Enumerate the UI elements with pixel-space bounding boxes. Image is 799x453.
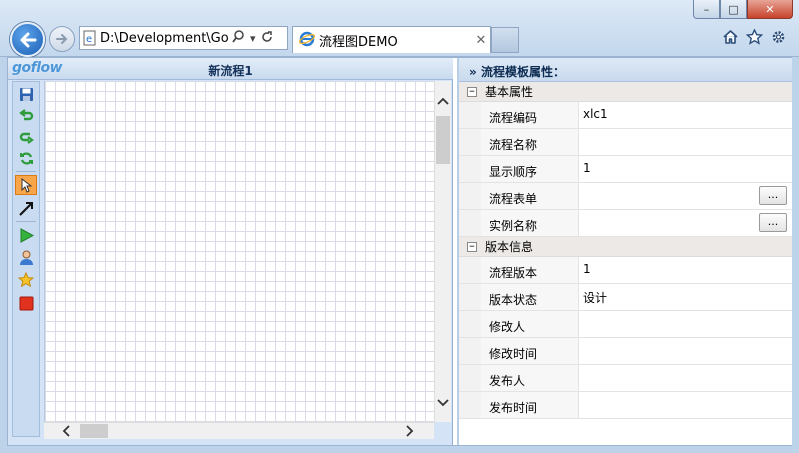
search-icon[interactable] xyxy=(232,30,245,46)
browser-chrome: – □ ✕ e D:\Development\GoFlow ▾ xyxy=(0,0,799,57)
favorites-star-icon[interactable] xyxy=(745,28,764,48)
maximize-button[interactable]: □ xyxy=(720,0,747,19)
property-key: 显示顺序 xyxy=(481,156,579,182)
property-value: 设计 xyxy=(583,291,608,305)
property-value xyxy=(579,365,792,391)
properties-panel: » 流程模板属性： − 基本属性 流程编码 xlc1 流程名称 显示顺序 1 流… xyxy=(457,58,792,445)
star-node-icon[interactable] xyxy=(15,270,37,290)
property-row: 流程版本 1 xyxy=(459,257,792,284)
refresh-icon[interactable] xyxy=(15,148,37,168)
property-key: 实例名称 xyxy=(481,210,579,236)
address-bar[interactable]: e D:\Development\GoFlow ▾ xyxy=(79,26,288,50)
property-row: 发布人 xyxy=(459,365,792,392)
group-title: 基本属性 xyxy=(485,85,534,99)
property-key: 流程表单 xyxy=(481,183,579,209)
designer-toolbar xyxy=(12,81,40,437)
browse-button[interactable]: ... xyxy=(759,186,787,205)
property-row: 实例名称 ... xyxy=(459,210,792,237)
property-value[interactable]: xlc1 xyxy=(579,102,792,128)
group-version-info[interactable]: − 版本信息 xyxy=(459,237,792,257)
property-key: 发布时间 xyxy=(481,392,579,418)
property-key: 版本状态 xyxy=(481,284,579,310)
property-key: 发布人 xyxy=(481,365,579,391)
property-row: 发布时间 xyxy=(459,392,792,419)
settings-gear-icon[interactable] xyxy=(770,29,787,48)
property-value[interactable]: ... xyxy=(579,183,792,209)
property-row: 流程表单 ... xyxy=(459,183,792,210)
forward-button[interactable] xyxy=(49,26,75,52)
collapse-icon[interactable]: − xyxy=(467,86,477,97)
property-value xyxy=(579,392,792,418)
property-value xyxy=(579,311,792,337)
vertical-scrollbar[interactable] xyxy=(434,81,451,422)
property-key: 流程名称 xyxy=(481,129,579,155)
property-value[interactable]: ... xyxy=(579,210,792,236)
arrow-left-icon xyxy=(20,32,36,47)
ie-tab-icon xyxy=(298,31,316,50)
vertical-scroll-thumb[interactable] xyxy=(436,116,450,164)
page-content: goflow 新流程1 » 流程模板属性： − 基本属性 流程编码 xlc1 流… xyxy=(7,57,792,446)
home-icon[interactable] xyxy=(722,29,739,48)
tab-title: 流程图DEMO xyxy=(319,34,398,50)
property-value: 1 xyxy=(583,262,591,276)
window-controls: – □ ✕ xyxy=(693,0,793,19)
user-node-icon[interactable] xyxy=(15,247,37,267)
ie-page-icon: e xyxy=(80,30,100,46)
horizontal-scroll-thumb[interactable] xyxy=(80,424,108,438)
designer-title: 新流程1 xyxy=(208,64,253,78)
properties-header: » 流程模板属性： xyxy=(459,58,792,82)
flow-canvas[interactable] xyxy=(44,81,434,422)
browse-button[interactable]: ... xyxy=(759,213,787,232)
property-row: 版本状态 设计 xyxy=(459,284,792,311)
property-row: 流程编码 xlc1 xyxy=(459,102,792,129)
pointer-icon[interactable] xyxy=(15,175,37,195)
arrow-right-icon xyxy=(56,34,68,44)
property-row: 修改时间 xyxy=(459,338,792,365)
save-icon[interactable] xyxy=(15,84,37,104)
close-window-button[interactable]: ✕ xyxy=(747,0,793,19)
group-basic-properties[interactable]: − 基本属性 xyxy=(459,82,792,102)
toolbar-separator xyxy=(16,221,36,222)
address-url[interactable]: D:\Development\GoFlow xyxy=(100,31,228,46)
property-key: 流程编码 xyxy=(481,102,579,128)
property-key: 流程版本 xyxy=(481,257,579,283)
undo-icon[interactable] xyxy=(15,106,37,126)
browser-tab[interactable]: 流程图DEMO ✕ xyxy=(292,26,491,53)
horizontal-scrollbar[interactable] xyxy=(44,422,434,439)
start-node-icon[interactable] xyxy=(15,225,37,245)
collapse-icon[interactable]: − xyxy=(467,241,477,252)
scroll-left-icon[interactable] xyxy=(62,425,70,440)
minimize-button[interactable]: – xyxy=(693,0,720,19)
end-node-icon[interactable] xyxy=(15,293,37,313)
designer-header: goflow 新流程1 xyxy=(8,58,453,80)
dropdown-arrow-icon[interactable]: ▾ xyxy=(250,32,256,45)
double-chevron-icon: » xyxy=(469,65,477,79)
property-value[interactable]: 1 xyxy=(579,156,792,182)
property-key: 修改人 xyxy=(481,311,579,337)
back-button[interactable] xyxy=(10,22,45,57)
new-tab-button[interactable] xyxy=(491,27,519,53)
property-key: 修改时间 xyxy=(481,338,579,364)
connector-arrow-icon[interactable] xyxy=(15,198,37,218)
flow-designer-panel: goflow 新流程1 xyxy=(8,58,453,445)
property-value xyxy=(579,338,792,364)
refresh-page-icon[interactable] xyxy=(261,30,273,46)
property-value[interactable] xyxy=(579,129,792,155)
property-row: 显示顺序 1 xyxy=(459,156,792,183)
properties-title: 流程模板属性： xyxy=(480,65,565,79)
scroll-right-icon[interactable] xyxy=(406,425,414,440)
property-row: 流程名称 xyxy=(459,129,792,156)
property-row: 修改人 xyxy=(459,311,792,338)
group-title: 版本信息 xyxy=(485,240,534,254)
scroll-down-icon[interactable] xyxy=(437,397,449,410)
close-tab-icon[interactable]: ✕ xyxy=(472,33,490,48)
svg-text:e: e xyxy=(86,34,92,45)
redo-icon[interactable] xyxy=(15,127,37,147)
toolbar-separator xyxy=(16,171,36,172)
scroll-up-icon[interactable] xyxy=(437,95,449,108)
